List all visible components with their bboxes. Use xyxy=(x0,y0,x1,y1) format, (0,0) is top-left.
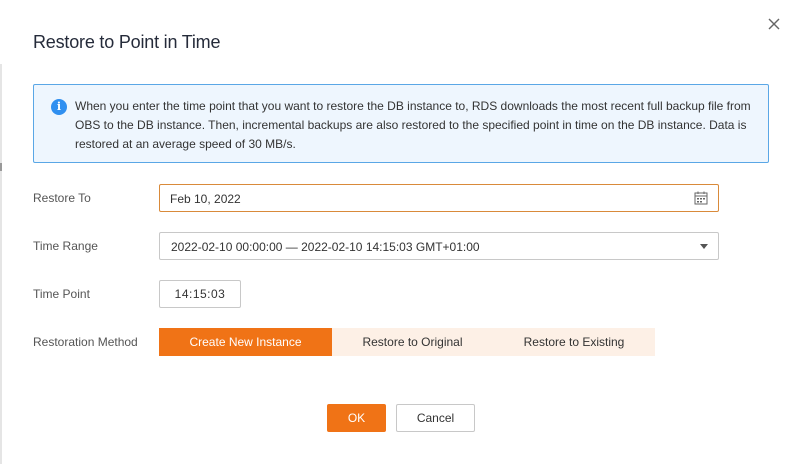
time-range-value: 2022-02-10 00:00:00 — 2022-02-10 14:15:0… xyxy=(171,240,480,254)
restoration-method-label: Restoration Method xyxy=(33,335,138,349)
info-banner: i When you enter the time point that you… xyxy=(33,84,769,163)
time-point-input[interactable]: 14:15:03 xyxy=(159,280,241,308)
close-icon[interactable] xyxy=(764,14,784,34)
method-create-new-instance[interactable]: Create New Instance xyxy=(159,328,332,356)
info-text: When you enter the time point that you w… xyxy=(75,99,751,151)
method-restore-to-original[interactable]: Restore to Original xyxy=(332,328,493,356)
restore-to-value: Feb 10, 2022 xyxy=(170,192,241,206)
calendar-icon[interactable] xyxy=(694,191,708,205)
time-range-label: Time Range xyxy=(33,239,98,253)
time-range-select[interactable]: 2022-02-10 00:00:00 — 2022-02-10 14:15:0… xyxy=(159,232,719,260)
background-page-mark xyxy=(0,163,2,171)
method-restore-to-existing[interactable]: Restore to Existing xyxy=(493,328,655,356)
chevron-down-icon xyxy=(700,244,708,249)
time-point-label: Time Point xyxy=(33,287,90,301)
dialog-title: Restore to Point in Time xyxy=(33,32,221,52)
restore-to-date-picker[interactable]: Feb 10, 2022 xyxy=(159,184,719,212)
restore-dialog: Restore to Point in Time i When you ente… xyxy=(0,0,799,464)
ok-button[interactable]: OK xyxy=(327,404,386,432)
restore-to-label: Restore To xyxy=(33,191,91,205)
cancel-button[interactable]: Cancel xyxy=(396,404,475,432)
info-icon: i xyxy=(51,99,67,115)
info-icon-glyph: i xyxy=(56,100,62,113)
background-page-edge xyxy=(0,64,2,464)
